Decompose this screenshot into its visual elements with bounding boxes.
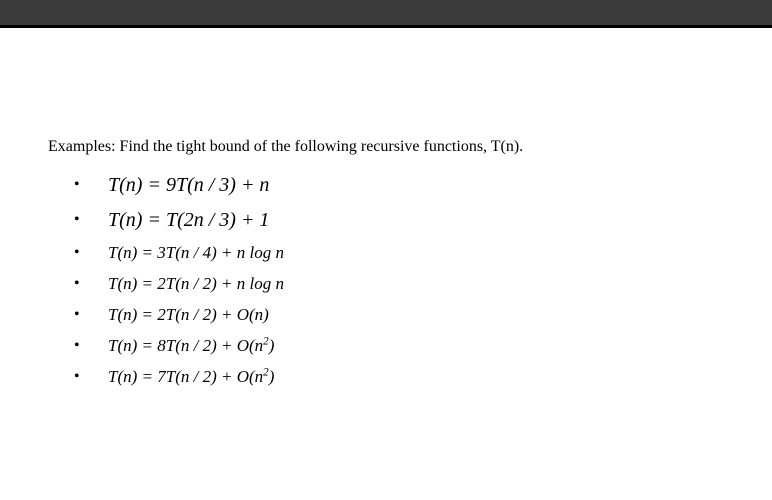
equation-list: T(n) = 9T(n / 3) + n T(n) = T(2n / 3) + … <box>48 172 772 389</box>
list-item: T(n) = 3T(n / 4) + n log n <box>108 242 772 265</box>
equation: T(n) = 3T(n / 4) + n log n <box>108 243 284 262</box>
document-content: Examples: Find the tight bound of the fo… <box>0 28 772 389</box>
equation: T(n) = T(2n / 3) + 1 <box>108 209 269 231</box>
list-item: T(n) = 8T(n / 2) + O(n2) <box>108 335 772 358</box>
top-bar <box>0 0 772 28</box>
equation: T(n) = 2T(n / 2) + O(n) <box>108 305 269 324</box>
list-item: T(n) = T(2n / 3) + 1 <box>108 207 772 234</box>
intro-text: Examples: Find the tight bound of the fo… <box>48 138 772 156</box>
equation: T(n) = 8T(n / 2) + O(n2) <box>108 336 274 355</box>
list-item: T(n) = 9T(n / 3) + n <box>108 172 772 199</box>
list-item: T(n) = 7T(n / 2) + O(n2) <box>108 366 772 389</box>
equation: T(n) = 7T(n / 2) + O(n2) <box>108 367 274 386</box>
equation: T(n) = 9T(n / 3) + n <box>108 174 269 196</box>
list-item: T(n) = 2T(n / 2) + O(n) <box>108 304 772 327</box>
list-item: T(n) = 2T(n / 2) + n log n <box>108 273 772 296</box>
equation: T(n) = 2T(n / 2) + n log n <box>108 274 284 293</box>
